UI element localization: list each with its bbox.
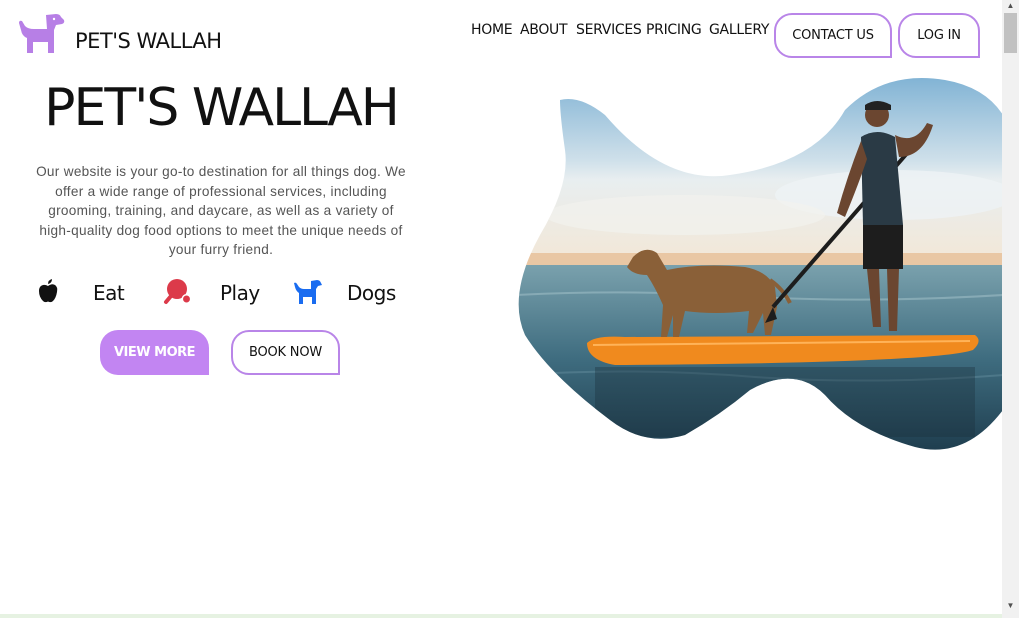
apple-icon [39,279,58,303]
scroll-up-arrow-icon[interactable]: ▲ [1002,0,1019,12]
view-more-button[interactable]: VIEW MORE [100,330,209,375]
page: PET'S WALLAH HOME ABOUT SERVICES PRICING… [0,0,1002,618]
footer-edge [0,614,1002,618]
dog-logo-icon[interactable] [16,12,66,56]
feature-dogs-label: Dogs [347,281,396,305]
book-now-button[interactable]: BOOK NOW [231,330,340,375]
nav-pricing[interactable]: PRICING [646,22,702,38]
nav-gallery[interactable]: GALLERY [709,22,769,38]
nav-home[interactable]: HOME [471,22,513,38]
ping-pong-icon [164,279,192,304]
feature-play-label: Play [220,281,260,305]
hero-description: Our website is your go-to destination fo… [36,164,406,258]
hero-title: PET'S WALLAH [44,78,400,138]
feature-eat-label: Eat [93,281,125,305]
scroll-down-arrow-icon[interactable]: ▼ [1002,600,1019,612]
contact-us-button[interactable]: CONTACT US [774,13,892,58]
hero-photo [518,78,1002,450]
nav-services[interactable]: SERVICES [576,22,642,38]
log-in-button[interactable]: LOG IN [898,13,980,58]
dog-icon [294,280,322,304]
scroll-thumb[interactable] [1004,13,1017,53]
brand-name[interactable]: PET'S WALLAH [75,29,222,53]
vertical-scrollbar[interactable]: ▲ ▼ [1002,0,1019,618]
nav-about[interactable]: ABOUT [520,22,568,38]
